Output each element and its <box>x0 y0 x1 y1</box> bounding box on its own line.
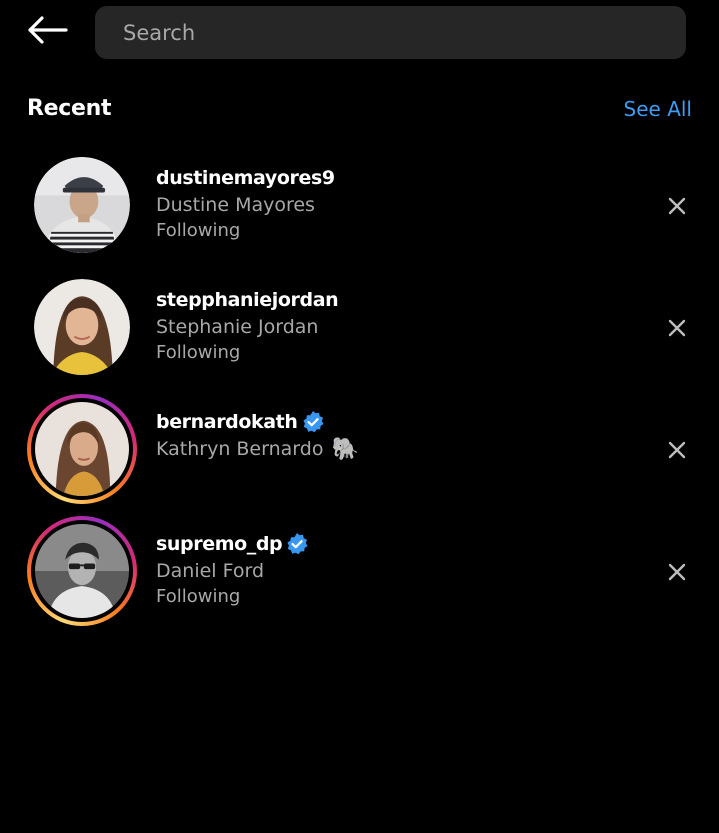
elephant-emoji: 🐘 <box>331 436 359 462</box>
username: supremo_dp <box>156 533 283 555</box>
list-item[interactable]: stepphaniejordan Stephanie Jordan Follow… <box>0 275 719 385</box>
search-field[interactable] <box>95 5 686 60</box>
close-icon <box>668 197 686 215</box>
close-icon <box>668 441 686 459</box>
profile-photo <box>35 402 129 496</box>
profile-photo <box>35 524 129 618</box>
close-icon <box>668 563 686 581</box>
username-row: supremo_dp <box>156 531 309 557</box>
list-item[interactable]: bernardokath Kathryn Bernardo 🐘 <box>0 394 719 507</box>
following-status: Following <box>156 220 241 241</box>
remove-button[interactable] <box>664 315 690 341</box>
account-info: bernardokath Kathryn Bernardo 🐘 <box>156 409 359 462</box>
list-item[interactable]: dustinemayores9 Dustine Mayores Followin… <box>0 153 719 263</box>
username: dustinemayores9 <box>156 167 335 189</box>
full-name-row: Kathryn Bernardo 🐘 <box>156 436 359 462</box>
recent-heading: Recent <box>27 96 112 121</box>
list-item[interactable]: supremo_dp Daniel Ford Following <box>0 516 719 629</box>
avatar[interactable] <box>34 157 130 253</box>
profile-photo <box>34 279 130 375</box>
full-name: Daniel Ford <box>156 560 265 582</box>
following-status: Following <box>156 586 241 607</box>
account-info: supremo_dp Daniel Ford Following <box>156 531 309 609</box>
see-all-link[interactable]: See All <box>624 97 692 121</box>
username: stepphaniejordan <box>156 289 339 311</box>
close-icon <box>668 319 686 337</box>
full-name: Kathryn Bernardo <box>156 438 324 460</box>
search-input[interactable] <box>121 5 686 60</box>
verified-badge-icon <box>287 533 308 555</box>
avatar-story-ring[interactable] <box>27 516 137 626</box>
full-name: Dustine Mayores <box>156 194 315 216</box>
following-status: Following <box>156 342 241 363</box>
username: bernardokath <box>156 411 298 433</box>
back-button[interactable] <box>22 8 72 52</box>
avatar-story-ring[interactable] <box>27 394 137 504</box>
arrow-left-icon <box>28 16 68 44</box>
account-info: stepphaniejordan Stephanie Jordan Follow… <box>156 287 339 365</box>
verified-badge-icon <box>302 411 324 433</box>
account-info: dustinemayores9 Dustine Mayores Followin… <box>156 165 335 243</box>
top-bar <box>0 0 719 72</box>
remove-button[interactable] <box>664 437 690 463</box>
remove-button[interactable] <box>664 193 690 219</box>
avatar[interactable] <box>34 279 130 375</box>
profile-photo <box>34 157 130 253</box>
username-row: bernardokath <box>156 409 359 435</box>
remove-button[interactable] <box>664 559 690 585</box>
full-name: Stephanie Jordan <box>156 316 319 338</box>
